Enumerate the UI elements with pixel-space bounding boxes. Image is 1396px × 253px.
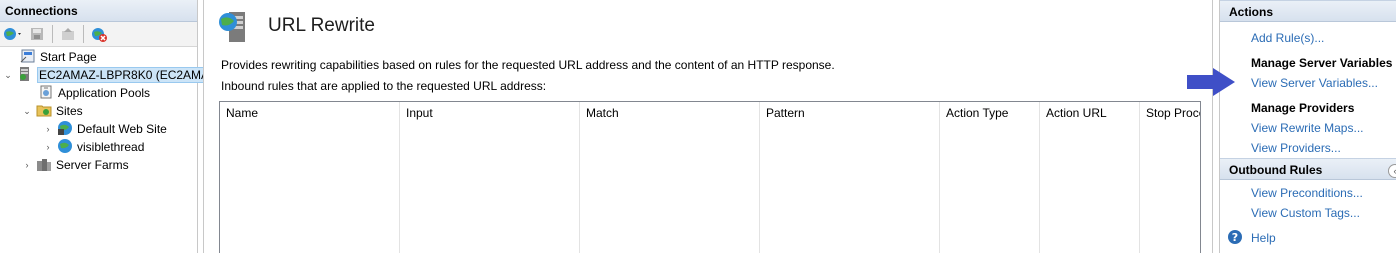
tree-item-start-page[interactable]: Start Page <box>20 48 97 66</box>
svg-text:?: ? <box>1232 231 1238 244</box>
column-header-stop-processing[interactable]: Stop Proce <box>1140 102 1200 253</box>
inbound-rules-label: Inbound rules that are applied to the re… <box>221 79 547 93</box>
outbound-rules-header[interactable]: Outbound Rules <box>1220 158 1396 180</box>
column-header-match[interactable]: Match <box>580 102 760 253</box>
connections-pane: Connections Start Page ⌄ EC2AMAZ-LBPR8K0… <box>0 0 212 253</box>
iis-manager-window: Connections Start Page ⌄ EC2AMAZ-LBPR8K0… <box>0 0 1396 253</box>
chevron-down-icon[interactable]: ⌄ <box>22 106 32 116</box>
url-rewrite-icon <box>217 10 253 47</box>
globe-icon <box>57 120 73 139</box>
feature-description: Provides rewriting capabilities based on… <box>221 58 835 72</box>
inbound-rules-table[interactable]: Name Input Match Pattern Action Type Act… <box>219 101 1201 253</box>
disconnect-icon[interactable] <box>88 24 110 44</box>
page-title: URL Rewrite <box>268 15 375 36</box>
actions-header: Actions <box>1220 0 1396 22</box>
tree-item-server[interactable]: ⌄ EC2AMAZ-LBPR8K0 (EC2AMA <box>3 66 212 85</box>
column-header-action-url[interactable]: Action URL <box>1040 102 1140 253</box>
tree-item-label: Default Web Site <box>77 122 167 136</box>
server-farms-icon <box>36 156 52 175</box>
tree-item-visiblethread[interactable]: › visiblethread <box>43 138 144 156</box>
chevron-right-icon[interactable]: › <box>43 124 53 134</box>
column-header-action-type[interactable]: Action Type <box>940 102 1040 253</box>
view-custom-tags-link[interactable]: View Custom Tags... <box>1251 206 1360 220</box>
up-level-icon[interactable] <box>57 24 79 44</box>
view-providers-link[interactable]: View Providers... <box>1251 141 1341 155</box>
tree-item-application-pools[interactable]: Application Pools <box>38 84 150 102</box>
column-header-pattern[interactable]: Pattern <box>760 102 940 253</box>
chevron-down-icon[interactable]: ⌄ <box>3 70 13 80</box>
tree-item-sites[interactable]: ⌄ Sites <box>22 102 83 121</box>
column-header-input[interactable]: Input <box>400 102 580 253</box>
server-icon <box>17 66 33 85</box>
connect-globe-icon[interactable] <box>2 24 24 44</box>
view-preconditions-link[interactable]: View Preconditions... <box>1251 186 1363 200</box>
main-content: URL Rewrite Provides rewriting capabilit… <box>203 0 1213 253</box>
globe-icon <box>57 138 73 157</box>
connections-toolbar <box>0 22 197 47</box>
chevron-right-icon[interactable]: › <box>43 142 53 152</box>
actions-pane: Actions Add Rule(s)... Manage Server Var… <box>1219 0 1396 253</box>
connections-header: Connections <box>0 0 197 22</box>
toolbar-separator <box>83 25 84 43</box>
tree-item-label: Start Page <box>40 50 97 64</box>
collapse-icon[interactable]: ‹ <box>1388 164 1396 178</box>
annotation-arrow-icon <box>1187 68 1235 99</box>
help-link[interactable]: Help <box>1251 231 1276 245</box>
tree-item-default-web-site[interactable]: › Default Web Site <box>43 120 167 138</box>
chevron-right-icon[interactable]: › <box>22 160 32 170</box>
start-page-icon <box>20 48 36 67</box>
app-pools-icon <box>38 84 54 103</box>
view-rewrite-maps-link[interactable]: View Rewrite Maps... <box>1251 121 1363 135</box>
toolbar-separator <box>52 25 53 43</box>
tree-item-label: Sites <box>56 104 83 118</box>
tree-item-label: EC2AMAZ-LBPR8K0 (EC2AMA <box>37 67 212 83</box>
tree-item-label: Server Farms <box>56 158 129 172</box>
manage-providers-heading: Manage Providers <box>1251 101 1355 115</box>
help-icon[interactable]: ? <box>1227 229 1243 248</box>
tree-item-label: Application Pools <box>58 86 151 100</box>
column-header-name[interactable]: Name <box>220 102 400 253</box>
view-server-variables-link[interactable]: View Server Variables... <box>1251 76 1378 90</box>
save-icon[interactable] <box>26 24 48 44</box>
sites-folder-icon <box>36 102 52 121</box>
add-rules-link[interactable]: Add Rule(s)... <box>1251 31 1324 45</box>
tree-item-label: visiblethread <box>77 140 145 154</box>
manage-server-variables-heading: Manage Server Variables <box>1251 56 1393 70</box>
tree-item-server-farms[interactable]: › Server Farms <box>22 156 129 174</box>
